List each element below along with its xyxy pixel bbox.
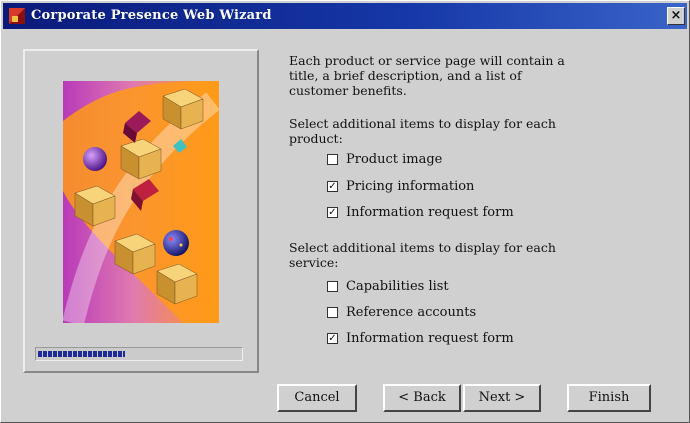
option-reference-accounts[interactable]: Reference accounts xyxy=(327,304,476,320)
close-button[interactable]: × xyxy=(667,7,685,25)
option-capabilities-list[interactable]: Capabilities list xyxy=(327,278,449,294)
progress-fill xyxy=(38,351,125,357)
service-prompt: Select additional items to display for e… xyxy=(289,240,556,270)
option-service-information-request-form[interactable]: ✓ Information request form xyxy=(327,330,514,346)
back-button[interactable]: < Back xyxy=(383,384,461,412)
capabilities-list-checkbox[interactable] xyxy=(327,280,338,292)
product-image-checkbox[interactable] xyxy=(327,153,338,165)
cancel-button[interactable]: Cancel xyxy=(277,384,357,412)
capabilities-list-label: Capabilities list xyxy=(346,278,449,294)
wizard-progress-bar xyxy=(35,347,243,361)
option-product-image[interactable]: Product image xyxy=(327,151,442,167)
pricing-information-label: Pricing information xyxy=(346,178,475,194)
option-pricing-information[interactable]: ✓ Pricing information xyxy=(327,178,474,194)
pricing-information-checkbox[interactable]: ✓ xyxy=(327,180,338,192)
option-product-information-request-form[interactable]: ✓ Information request form xyxy=(327,204,514,220)
intro-text: Each product or service page will contai… xyxy=(289,53,565,98)
wizard-illustration xyxy=(63,81,219,323)
product-image-label: Product image xyxy=(346,151,443,167)
close-icon: × xyxy=(670,8,682,23)
title-bar[interactable]: Corporate Presence Web Wizard × xyxy=(3,3,687,29)
wizard-app-icon xyxy=(9,8,25,24)
wizard-window: Corporate Presence Web Wizard × Each pro… xyxy=(0,0,690,423)
product-information-request-label: Information request form xyxy=(346,204,514,220)
finish-button[interactable]: Finish xyxy=(567,384,651,412)
product-prompt: Select additional items to display for e… xyxy=(289,116,556,146)
window-title: Corporate Presence Web Wizard xyxy=(31,8,272,23)
reference-accounts-label: Reference accounts xyxy=(346,304,477,320)
reference-accounts-checkbox[interactable] xyxy=(327,306,338,318)
product-information-request-checkbox[interactable]: ✓ xyxy=(327,206,338,218)
service-information-request-checkbox[interactable]: ✓ xyxy=(327,332,338,344)
next-button[interactable]: Next > xyxy=(463,384,541,412)
service-information-request-label: Information request form xyxy=(346,330,514,346)
